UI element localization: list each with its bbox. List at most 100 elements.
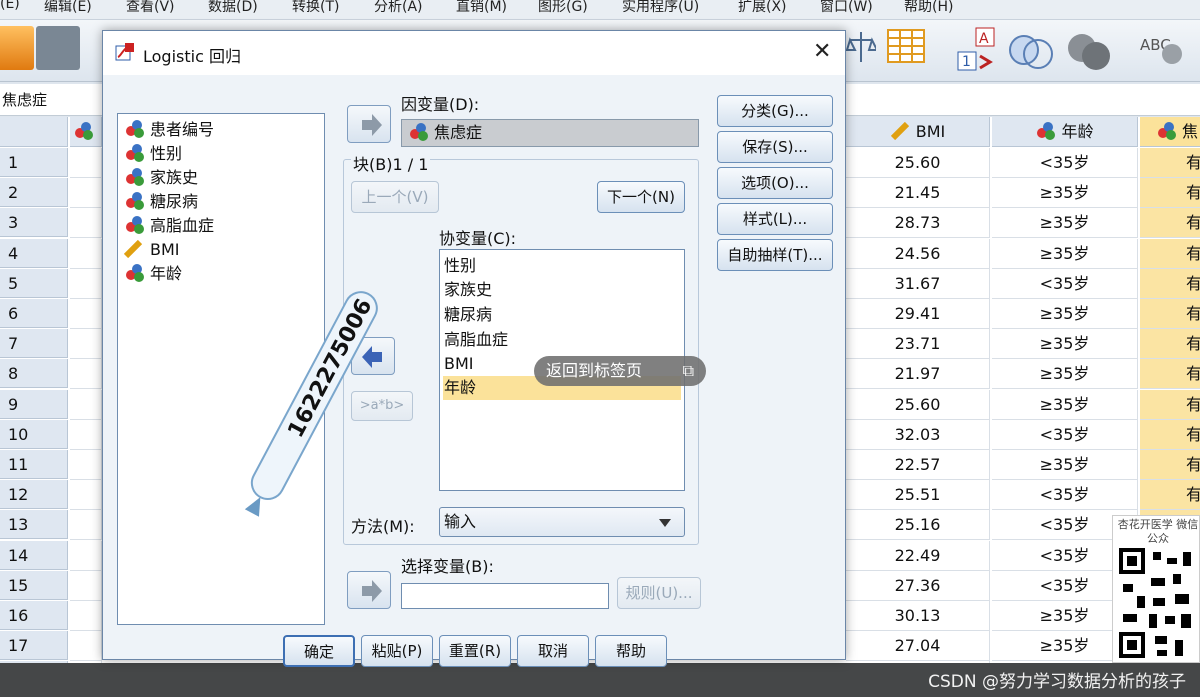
row-number[interactable]: 1 xyxy=(0,148,68,177)
cancel-button[interactable]: 取消 xyxy=(517,635,589,667)
move-to-selection-button[interactable] xyxy=(347,571,391,609)
table-cell-bmi[interactable]: 21.97 xyxy=(846,359,990,390)
row-number[interactable]: 13 xyxy=(0,510,68,540)
menu-utilities[interactable]: 实用程序(U) xyxy=(622,0,699,16)
row-number[interactable]: 4 xyxy=(0,238,68,268)
categorical-button[interactable]: 分类(G)... xyxy=(717,95,833,127)
table-cell-anxiety[interactable]: 有 xyxy=(1140,329,1200,360)
table-cell-anxiety[interactable]: 有 xyxy=(1140,299,1200,329)
row-number[interactable]: 8 xyxy=(0,359,68,389)
menu-analyze[interactable]: 分析(A) xyxy=(374,0,423,16)
table-cell[interactable] xyxy=(70,329,102,360)
row-number[interactable]: 10 xyxy=(0,419,68,449)
sets-icon[interactable] xyxy=(1064,26,1114,70)
table-cell-bmi[interactable]: 27.36 xyxy=(846,570,990,601)
rule-button[interactable]: 规则(U)... xyxy=(617,577,701,609)
row-number[interactable]: 5 xyxy=(0,268,68,298)
table-cell-anxiety[interactable]: 有 xyxy=(1140,389,1200,420)
table-cell[interactable] xyxy=(70,601,102,631)
table-cell-anxiety[interactable]: 有 xyxy=(1140,359,1200,390)
table-cell-bmi[interactable]: 24.56 xyxy=(846,238,990,269)
menu-item[interactable]: (E) xyxy=(0,0,20,12)
table-cell-age[interactable]: ≥35岁 xyxy=(992,238,1138,269)
column-header[interactable] xyxy=(70,117,102,147)
options-button[interactable]: 选项(O)... xyxy=(717,167,833,199)
menu-window[interactable]: 窗口(W) xyxy=(820,0,873,16)
row-number[interactable]: 6 xyxy=(0,299,68,328)
table-cell-age[interactable]: ≥35岁 xyxy=(992,208,1138,239)
table-cell-bmi[interactable]: 25.16 xyxy=(846,510,990,541)
table-cell-age[interactable]: <35岁 xyxy=(992,148,1138,178)
list-item[interactable]: 年龄 xyxy=(124,262,182,286)
save-button[interactable]: 保存(S)... xyxy=(717,131,833,163)
row-number[interactable]: 17 xyxy=(0,631,68,661)
menu-transform[interactable]: 转换(T) xyxy=(292,0,339,16)
save-icon[interactable] xyxy=(36,26,80,70)
list-item[interactable]: 患者编号 xyxy=(124,118,214,142)
row-number[interactable]: 16 xyxy=(0,601,68,630)
spellcheck-icon[interactable]: ABC xyxy=(1136,26,1192,70)
table-cell[interactable] xyxy=(70,540,102,571)
menu-help[interactable]: 帮助(H) xyxy=(904,0,953,16)
table-cell-bmi[interactable]: 25.60 xyxy=(846,148,990,178)
open-icon[interactable] xyxy=(0,26,34,70)
table-cell[interactable] xyxy=(70,359,102,390)
table-cell[interactable] xyxy=(70,208,102,239)
row-number[interactable]: 12 xyxy=(0,480,68,510)
list-item[interactable]: 高脂血症 xyxy=(444,328,508,352)
column-header-age[interactable]: 年龄 xyxy=(992,117,1138,147)
table-cell[interactable] xyxy=(70,389,102,420)
menu-direct-marketing[interactable]: 直销(M) xyxy=(456,0,507,16)
venn-icon[interactable] xyxy=(1006,26,1056,70)
table-cell-anxiety[interactable]: 有 xyxy=(1140,208,1200,239)
method-select[interactable]: 输入 xyxy=(439,507,685,537)
list-item[interactable]: 家族史 xyxy=(444,278,492,302)
table-cell[interactable] xyxy=(70,238,102,269)
table-cell-anxiety[interactable]: 有 xyxy=(1140,268,1200,299)
table-cell-age[interactable]: ≥35岁 xyxy=(992,359,1138,390)
table-cell-age[interactable]: ≥35岁 xyxy=(992,389,1138,420)
menu-edit[interactable]: 编辑(E) xyxy=(44,0,92,16)
list-item[interactable]: BMI xyxy=(444,352,474,376)
table-cell[interactable] xyxy=(70,299,102,329)
table-cell-bmi[interactable]: 32.03 xyxy=(846,419,990,450)
close-icon[interactable]: ✕ xyxy=(813,39,831,64)
list-item[interactable]: BMI xyxy=(123,238,180,262)
dependent-field[interactable]: 焦虑症 xyxy=(401,119,699,147)
move-to-dependent-button[interactable] xyxy=(347,105,391,143)
table-cell-bmi[interactable]: 29.41 xyxy=(846,299,990,329)
table-cell-anxiety[interactable]: 有 xyxy=(1140,419,1200,450)
menu-extensions[interactable]: 扩展(X) xyxy=(738,0,787,16)
table-cell-age[interactable]: ≥35岁 xyxy=(992,329,1138,360)
table-cell[interactable] xyxy=(70,631,102,662)
bootstrap-button[interactable]: 自助抽样(T)... xyxy=(717,239,833,271)
reset-button[interactable]: 重置(R) xyxy=(439,635,511,667)
table-cell[interactable] xyxy=(70,419,102,450)
table-cell[interactable] xyxy=(70,268,102,299)
menu-graphs[interactable]: 图形(G) xyxy=(538,0,588,16)
list-item[interactable]: 糖尿病 xyxy=(124,190,198,214)
row-number[interactable]: 2 xyxy=(0,178,68,208)
scale-icon[interactable] xyxy=(845,26,879,70)
list-item[interactable]: 糖尿病 xyxy=(444,303,492,327)
help-button[interactable]: 帮助 xyxy=(595,635,667,667)
value-labels-icon[interactable]: A1 xyxy=(952,26,1002,71)
table-cell[interactable] xyxy=(70,450,102,480)
table-cell-bmi[interactable]: 22.49 xyxy=(846,540,990,571)
table-cell-bmi[interactable]: 21.45 xyxy=(846,178,990,209)
table-cell-bmi[interactable]: 23.71 xyxy=(846,329,990,360)
table-cell-bmi[interactable]: 25.51 xyxy=(846,480,990,511)
table-cell-bmi[interactable]: 22.57 xyxy=(846,450,990,480)
table-cell-anxiety[interactable]: 有 xyxy=(1140,480,1200,511)
menu-view[interactable]: 查看(V) xyxy=(126,0,175,16)
row-number[interactable]: 15 xyxy=(0,570,68,600)
column-header-bmi[interactable]: BMI xyxy=(846,117,990,147)
table-cell-age[interactable]: <35岁 xyxy=(992,419,1138,450)
table-cell-age[interactable]: ≥35岁 xyxy=(992,178,1138,209)
table-cell-anxiety[interactable]: 有 xyxy=(1140,178,1200,209)
table-cell[interactable] xyxy=(70,148,102,178)
selection-variable-field[interactable] xyxy=(401,583,609,609)
table-cell-bmi[interactable]: 27.04 xyxy=(846,631,990,662)
list-item[interactable]: 家族史 xyxy=(124,166,198,190)
ok-button[interactable]: 确定 xyxy=(283,635,355,667)
